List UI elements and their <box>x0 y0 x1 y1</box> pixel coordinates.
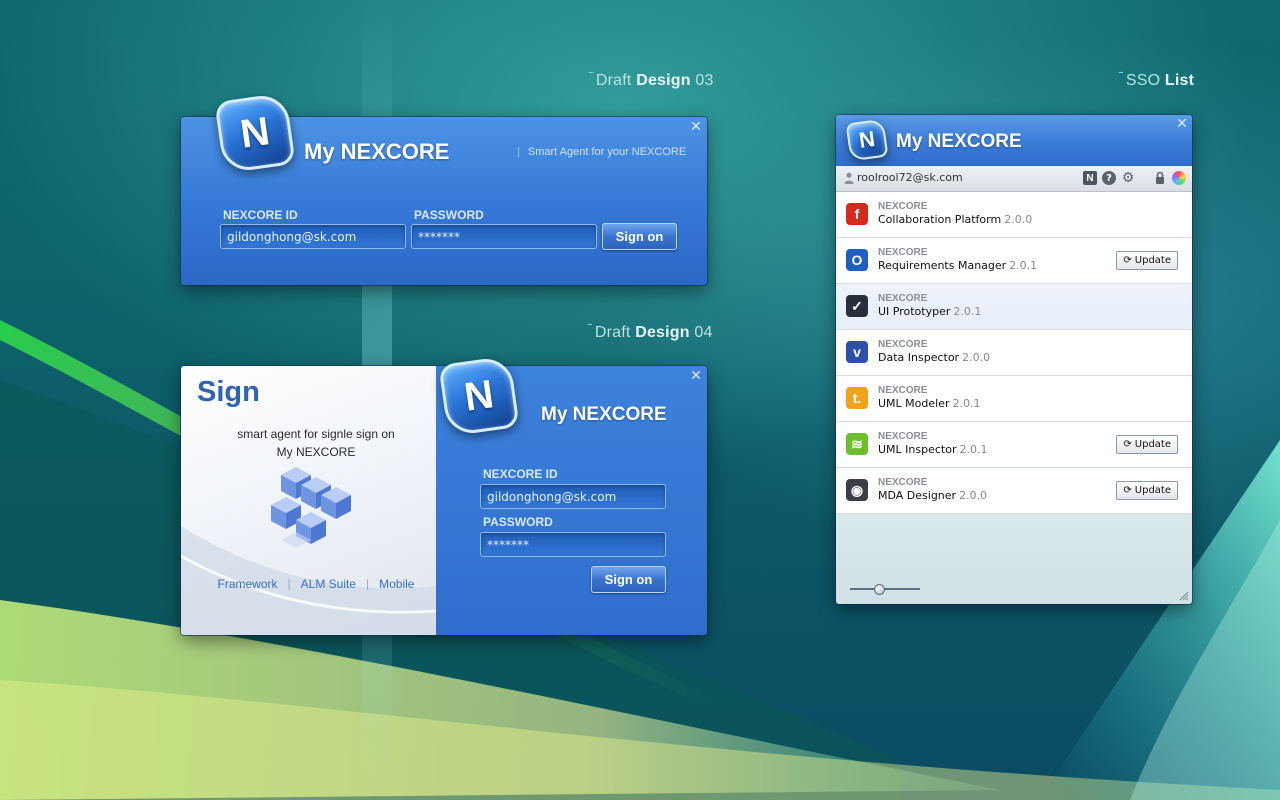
app-name: UML Modeler <box>878 397 950 410</box>
login-window-draft03: N My NEXCORE | Smart Agent for your NEXCO… <box>181 92 707 285</box>
nexcore-id-input[interactable] <box>220 224 406 249</box>
app-name: Requirements Manager <box>878 259 1007 272</box>
t-icon: t. <box>846 387 868 409</box>
refresh-icon: ⟳ <box>1123 485 1132 496</box>
app-version: 2.0.1 <box>1009 259 1038 272</box>
flash-icon: f <box>846 203 868 225</box>
nexcore-logo-icon: N <box>845 118 889 162</box>
list-item[interactable]: ✓ NEXCORE UI Prototyper 2.0.1 <box>836 284 1192 330</box>
toolbar: N ? ⚙ <box>1083 170 1186 186</box>
app-vendor: NEXCORE <box>878 339 928 350</box>
app-name-line: Data Inspector 2.0.0 <box>878 351 990 364</box>
update-button[interactable]: ⟳ Update <box>1116 251 1178 270</box>
color-wheel-icon[interactable] <box>1172 171 1186 185</box>
product-links: Framework | ALM Suite | Mobile <box>217 577 415 591</box>
nexcore-id-label: NEXCORE ID <box>223 208 298 222</box>
app-name-line: MDA Designer 2.0.0 <box>878 489 987 502</box>
refresh-icon: ⟳ <box>1123 255 1132 266</box>
app-vendor: NEXCORE <box>878 385 928 396</box>
app-version: 2.0.0 <box>959 489 988 502</box>
app-version: 2.0.1 <box>959 443 988 456</box>
app-vendor: NEXCORE <box>878 431 928 442</box>
list-item[interactable]: O NEXCORE Requirements Manager 2.0.1 ⟳ Update <box>836 238 1192 284</box>
app-version: 2.0.0 <box>1004 213 1033 226</box>
close-icon[interactable]: ✕ <box>1175 117 1189 131</box>
app-name: UML Inspector <box>878 443 957 456</box>
eye-icon: ◉ <box>846 479 868 501</box>
password-label: PASSWORD <box>414 208 484 222</box>
branding-pane: Sign smart agent for signle sign on My N… <box>181 366 436 635</box>
app-vendor: NEXCORE <box>878 201 928 212</box>
app-name: Collaboration Platform <box>878 213 1002 226</box>
sign-on-button[interactable]: Sign on <box>591 566 666 593</box>
password-input[interactable] <box>480 532 666 557</box>
app-name-line: UML Inspector 2.0.1 <box>878 443 987 456</box>
close-icon[interactable]: ✕ <box>689 120 703 134</box>
section-title-draft-design-03: ‾ Draft Design 03 <box>589 72 714 89</box>
sign-on-button[interactable]: Sign on <box>602 223 677 250</box>
zoom-slider-track[interactable] <box>850 588 920 590</box>
zoom-slider-thumb[interactable] <box>874 584 885 595</box>
app-vendor: NEXCORE <box>878 293 928 304</box>
sso-list-window: N My NEXCORE ✕ roolrool72@sk.com N ? ⚙ f… <box>836 115 1192 604</box>
link-framework[interactable]: Framework <box>218 577 278 591</box>
ring-icon: O <box>846 249 868 271</box>
app-title: My NEXCORE <box>541 404 667 425</box>
lock-icon[interactable] <box>1153 171 1167 185</box>
app-vendor: NEXCORE <box>878 247 928 258</box>
app-title: My NEXCORE <box>896 131 1022 152</box>
update-label: Update <box>1134 439 1171 450</box>
gear-icon[interactable]: ⚙ <box>1121 170 1135 186</box>
resize-grip-icon[interactable] <box>1179 591 1189 601</box>
close-icon[interactable]: ✕ <box>689 369 703 383</box>
link-alm-suite[interactable]: ALM Suite <box>301 577 356 591</box>
vimeo-icon: v <box>846 341 868 363</box>
user-email: roolrool72@sk.com <box>857 171 963 184</box>
password-label: PASSWORD <box>483 515 553 529</box>
update-label: Update <box>1134 255 1171 266</box>
app-name: UI Prototyper <box>878 305 951 318</box>
help-icon[interactable]: ? <box>1102 171 1116 185</box>
update-button[interactable]: ⟳ Update <box>1116 435 1178 454</box>
app-name: MDA Designer <box>878 489 957 502</box>
rss-icon: ≋ <box>846 433 868 455</box>
window-header: N My NEXCORE ✕ <box>836 115 1192 166</box>
app-name-line: Collaboration Platform 2.0.0 <box>878 213 1032 226</box>
list-item[interactable]: ≋ NEXCORE UML Inspector 2.0.1 ⟳ Update <box>836 422 1192 468</box>
app-vendor: NEXCORE <box>878 477 928 488</box>
cube-cluster-icon <box>271 467 351 548</box>
app-version: 2.0.0 <box>962 351 991 364</box>
list-item[interactable]: f NEXCORE Collaboration Platform 2.0.0 <box>836 192 1192 238</box>
subtitle-line1: smart agent for signle sign on <box>237 427 395 441</box>
password-input[interactable] <box>411 224 597 249</box>
section-title-draft-design-04: ‾ Draft Design 04 <box>588 324 713 341</box>
refresh-icon: ⟳ <box>1123 439 1132 450</box>
nexcore-icon[interactable]: N <box>1083 171 1097 185</box>
nexcore-id-label: NEXCORE ID <box>483 467 558 481</box>
subtitle-line2: My NEXCORE <box>276 445 356 459</box>
tagline: | Smart Agent for your NEXCORE <box>517 146 687 158</box>
nexcore-id-input[interactable] <box>480 484 666 509</box>
app-version: 2.0.1 <box>953 305 982 318</box>
user-bar: roolrool72@sk.com N ? ⚙ <box>836 166 1192 192</box>
app-title: My NEXCORE <box>304 139 450 164</box>
user-icon <box>844 172 854 184</box>
app-name-line: Requirements Manager 2.0.1 <box>878 259 1037 272</box>
list-item[interactable]: t. NEXCORE UML Modeler 2.0.1 <box>836 376 1192 422</box>
update-label: Update <box>1134 485 1171 496</box>
app-name-line: UML Modeler 2.0.1 <box>878 397 980 410</box>
login-window-draft04: Sign smart agent for signle sign on My N… <box>181 355 707 635</box>
check-icon: ✓ <box>846 295 868 317</box>
list-item[interactable]: v NEXCORE Data Inspector 2.0.0 <box>836 330 1192 376</box>
sign-title: Sign <box>197 376 260 408</box>
app-list: f NEXCORE Collaboration Platform 2.0.0 O NEXC… <box>836 192 1192 514</box>
app-name-line: UI Prototyper 2.0.1 <box>878 305 981 318</box>
list-item[interactable]: ◉ NEXCORE MDA Designer 2.0.0 ⟳ Update <box>836 468 1192 514</box>
section-title-sso-list: ‾ SSO List <box>1119 72 1195 89</box>
link-mobile[interactable]: Mobile <box>379 577 414 591</box>
update-button[interactable]: ⟳ Update <box>1116 481 1178 500</box>
app-version: 2.0.1 <box>952 397 981 410</box>
app-name: Data Inspector <box>878 351 960 364</box>
